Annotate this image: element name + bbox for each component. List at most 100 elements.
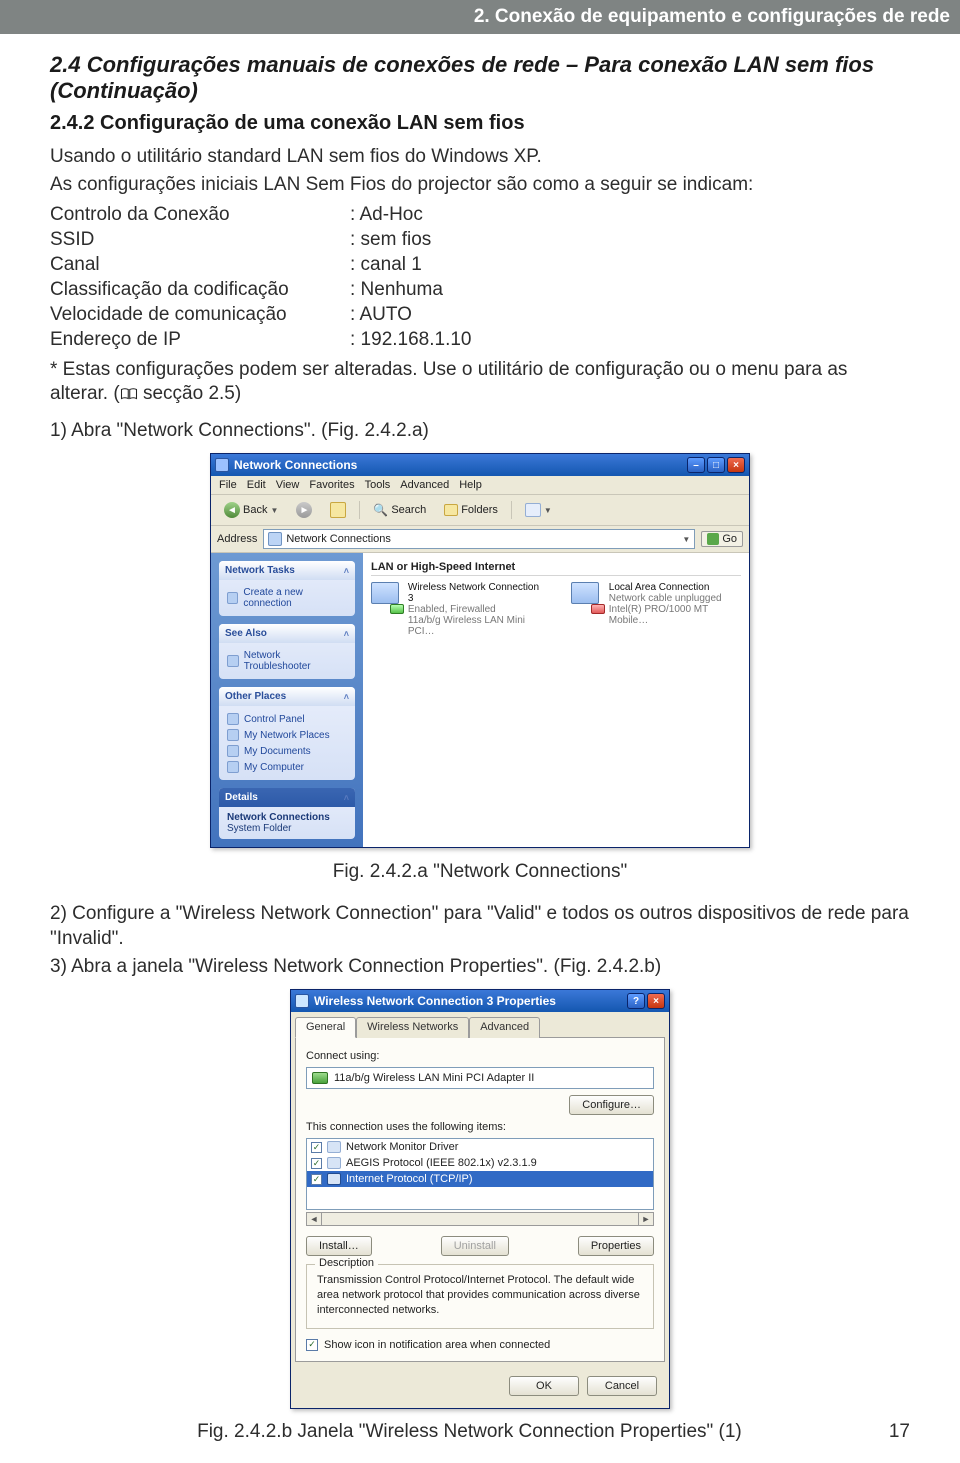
uninstall-button[interactable]: Uninstall [441, 1236, 509, 1256]
step-1: 1) Abra "Network Connections". (Fig. 2.4… [50, 419, 910, 443]
menu-item[interactable]: View [276, 479, 300, 491]
connection-icon [371, 582, 402, 612]
close-button[interactable]: × [727, 457, 745, 473]
address-label: Address [217, 533, 257, 545]
address-input[interactable]: Network Connections ▼ [263, 529, 695, 549]
cancel-button[interactable]: Cancel [587, 1376, 657, 1396]
chapter-header: 2. Conexão de equipamento e configuraçõe… [0, 0, 960, 34]
help-button[interactable]: ? [627, 993, 645, 1009]
show-icon-row[interactable]: ✓ Show icon in notification area when co… [306, 1339, 654, 1351]
checkbox-icon[interactable]: ✓ [306, 1339, 318, 1351]
minimize-button[interactable]: – [687, 457, 705, 473]
kv-key: Canal [50, 252, 350, 277]
connection-item-lan[interactable]: Local Area Connection Network cable unpl… [571, 582, 741, 637]
ok-button[interactable]: OK [509, 1376, 579, 1396]
up-button[interactable] [325, 499, 351, 521]
figure-b-caption: Fig. 2.4.2.b Janela "Wireless Network Co… [197, 1421, 742, 1443]
kv-val: : Ad-Hoc [350, 202, 423, 227]
kv-val: : sem fios [350, 227, 431, 252]
adapter-field[interactable]: 11a/b/g Wireless LAN Mini PCI Adapter II [306, 1067, 654, 1089]
collapse-icon[interactable]: ˄ [344, 629, 349, 639]
checkbox-icon[interactable]: ✓ [311, 1158, 322, 1169]
sidebar-item[interactable]: Create a new connection [227, 585, 347, 611]
scroll-right-icon[interactable]: ► [638, 1212, 654, 1226]
description-group: Description Transmission Control Protoco… [306, 1264, 654, 1329]
tab-wireless-networks[interactable]: Wireless Networks [356, 1017, 469, 1038]
sidebar: Network Tasks˄ Create a new connection S… [211, 553, 363, 847]
show-icon-label: Show icon in notification area when conn… [324, 1339, 550, 1351]
panel-title: See Also [225, 628, 267, 639]
status-unplugged-icon [591, 604, 605, 614]
tab-general[interactable]: General [295, 1017, 356, 1038]
status-enabled-icon [390, 604, 404, 614]
collapse-icon[interactable]: ˄ [344, 793, 349, 803]
protocol-icon [327, 1157, 341, 1169]
menu-item[interactable]: Advanced [400, 479, 449, 491]
link-icon [227, 729, 239, 741]
details-line: Network Connections [227, 812, 347, 823]
items-label: This connection uses the following items… [306, 1121, 654, 1133]
link-icon [227, 745, 239, 757]
menu-item[interactable]: File [219, 479, 237, 491]
sidebar-item[interactable]: My Documents [227, 743, 347, 759]
items-listbox[interactable]: ✓ Network Monitor Driver ✓ AEGIS Protoco… [306, 1138, 654, 1210]
window-title: Network Connections [234, 458, 357, 472]
intro-p2: As configurações iniciais LAN Sem Fios d… [50, 173, 910, 197]
back-button[interactable]: ◄Back▼ [219, 499, 283, 521]
menu-item[interactable]: Edit [247, 479, 266, 491]
scroll-track[interactable] [322, 1212, 638, 1226]
checkbox-icon[interactable]: ✓ [311, 1142, 322, 1153]
network-connections-window: Network Connections – □ × File Edit View… [210, 453, 750, 848]
go-button[interactable]: Go [701, 531, 743, 547]
list-item[interactable]: ✓ Network Monitor Driver [307, 1139, 653, 1155]
kv-val: : AUTO [350, 302, 412, 327]
adapter-icon [312, 1072, 328, 1084]
kv-key: SSID [50, 227, 350, 252]
other-places-panel: Other Places˄ Control Panel My Network P… [219, 687, 355, 780]
forward-button[interactable]: ► [291, 499, 317, 521]
connection-icon [571, 582, 603, 612]
go-icon [707, 533, 719, 545]
sidebar-item[interactable]: Network Troubleshooter [227, 648, 347, 674]
menu-item[interactable]: Help [459, 479, 482, 491]
section-subtitle: 2.4.2 Configuração de uma conexão LAN se… [50, 112, 910, 135]
sidebar-item[interactable]: Control Panel [227, 711, 347, 727]
kv-val: : Nenhuma [350, 277, 443, 302]
link-icon [227, 761, 239, 773]
dropdown-icon[interactable]: ▼ [682, 535, 690, 544]
checkbox-icon[interactable]: ✓ [311, 1174, 322, 1185]
titlebar[interactable]: Network Connections – □ × [211, 454, 749, 476]
list-item[interactable]: ✓ AEGIS Protocol (IEEE 802.1x) v2.3.1.9 [307, 1155, 653, 1171]
list-scrollbar[interactable]: ◄ ► [306, 1212, 654, 1226]
close-button[interactable]: × [647, 993, 665, 1009]
folder-up-icon [330, 502, 346, 518]
group-header: LAN or High-Speed Internet [371, 559, 741, 576]
kv-key: Controlo da Conexão [50, 202, 350, 227]
sidebar-item[interactable]: My Network Places [227, 727, 347, 743]
titlebar[interactable]: Wireless Network Connection 3 Properties… [291, 990, 669, 1012]
note-ref: secção 2.5) [138, 383, 242, 404]
sidebar-item[interactable]: My Computer [227, 759, 347, 775]
search-button[interactable]: 🔍Search [368, 500, 431, 520]
page-number: 17 [889, 1421, 910, 1443]
configure-button[interactable]: Configure… [569, 1095, 654, 1115]
dialog-footer: OK Cancel [291, 1366, 669, 1408]
collapse-icon[interactable]: ˄ [344, 692, 349, 702]
list-item-selected[interactable]: ✓ Internet Protocol (TCP/IP) [307, 1171, 653, 1187]
scroll-left-icon[interactable]: ◄ [306, 1212, 322, 1226]
link-icon [227, 655, 239, 667]
menu-item[interactable]: Favorites [309, 479, 354, 491]
tab-advanced[interactable]: Advanced [469, 1017, 540, 1038]
collapse-icon[interactable]: ˄ [344, 566, 349, 576]
sidebar-item-label: My Documents [244, 746, 311, 757]
menubar[interactable]: File Edit View Favorites Tools Advanced … [211, 476, 749, 495]
properties-button[interactable]: Properties [578, 1236, 654, 1256]
connection-item-wireless[interactable]: Wireless Network Connection 3 Enabled, F… [371, 582, 541, 637]
maximize-button[interactable]: □ [707, 457, 725, 473]
toolbar: ◄Back▼ ► 🔍Search Folders ▼ [211, 495, 749, 526]
folders-button[interactable]: Folders [439, 501, 503, 519]
install-button[interactable]: Install… [306, 1236, 372, 1256]
views-button[interactable]: ▼ [520, 500, 557, 520]
menu-item[interactable]: Tools [365, 479, 391, 491]
description-text: Transmission Control Protocol/Internet P… [317, 1273, 643, 1318]
